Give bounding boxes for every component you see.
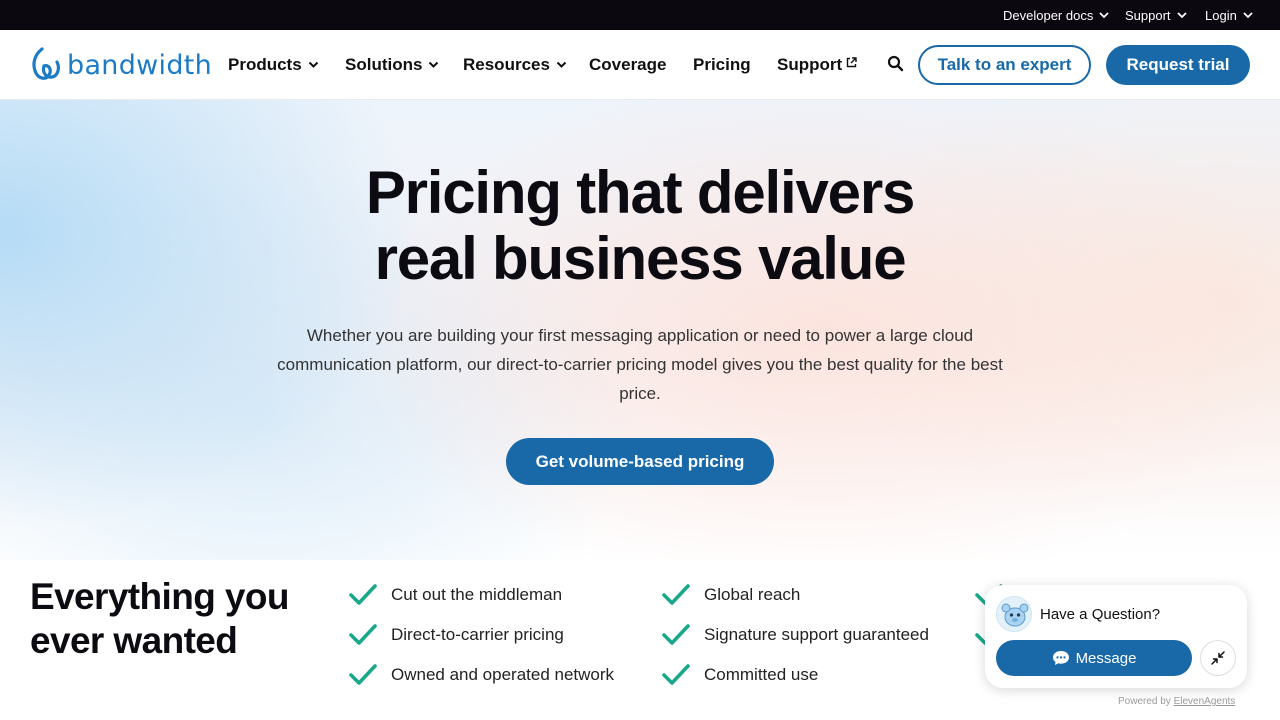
nav-resources-label: Resources bbox=[463, 55, 550, 74]
nav-solutions[interactable]: Solutions bbox=[345, 30, 439, 100]
nav-coverage[interactable]: Coverage bbox=[589, 30, 666, 100]
features-title: Everything you ever wanted bbox=[30, 575, 289, 663]
hero-title-line1: Pricing that delivers bbox=[365, 159, 916, 226]
chat-bubble-icon bbox=[1052, 651, 1069, 665]
feature-label: Signature support guaranteed bbox=[704, 625, 929, 644]
hero-subtitle-line2: communication platform, our direct-to-ca… bbox=[277, 355, 1003, 374]
nav-support-label: Support bbox=[777, 55, 843, 74]
nav-resources[interactable]: Resources bbox=[463, 30, 567, 100]
main-nav: bandwidth Products Solutions Resources C… bbox=[0, 30, 1280, 100]
support-utility-label: Support bbox=[1125, 7, 1171, 23]
chevron-down-icon bbox=[1176, 11, 1187, 18]
chevron-down-icon bbox=[429, 61, 439, 68]
hero-title: Pricing that delivers real business valu… bbox=[0, 160, 1280, 292]
powered-by-label: Powered by bbox=[1118, 696, 1171, 707]
chat-message-button[interactable]: Message bbox=[996, 640, 1192, 676]
chevron-down-icon bbox=[556, 61, 567, 68]
chevron-down-icon bbox=[308, 61, 318, 68]
nav-pricing-label: Pricing bbox=[693, 55, 751, 74]
hero-subtitle-line1: Whether you are building your first mess… bbox=[306, 326, 974, 345]
hero-subtitle: Whether you are building your first mess… bbox=[270, 321, 1010, 408]
feature-label: Committed use bbox=[704, 665, 819, 684]
feature-label: Owned and operated network bbox=[391, 665, 615, 684]
minimize-icon bbox=[1211, 651, 1225, 665]
powered-by: Powered by ElevenAgents bbox=[1118, 696, 1235, 707]
nav-solutions-label: Solutions bbox=[345, 55, 423, 74]
features-title-line1: Everything you bbox=[30, 576, 289, 617]
developer-docs-menu[interactable]: Developer docs bbox=[1003, 0, 1109, 30]
chat-widget: Have a Question? Message bbox=[985, 585, 1247, 688]
check-icon bbox=[662, 624, 690, 645]
chat-avatar bbox=[996, 596, 1032, 632]
search-button[interactable] bbox=[886, 54, 908, 76]
check-icon bbox=[662, 584, 690, 605]
chat-question: Have a Question? bbox=[1040, 606, 1161, 623]
feature-item: Owned and operated network bbox=[348, 663, 628, 687]
login-label: Login bbox=[1205, 7, 1237, 23]
chat-minimize-button[interactable] bbox=[1200, 640, 1236, 676]
check-icon bbox=[662, 664, 690, 685]
nav-products-label: Products bbox=[228, 55, 302, 74]
feature-item: Direct-to-carrier pricing bbox=[348, 623, 608, 647]
assistant-avatar-icon bbox=[997, 597, 1031, 631]
hero-title-line2: real business value bbox=[374, 225, 907, 292]
nav-pricing[interactable]: Pricing bbox=[693, 30, 751, 100]
login-menu[interactable]: Login bbox=[1205, 0, 1253, 30]
check-icon bbox=[349, 584, 377, 605]
chevron-down-icon bbox=[1099, 11, 1109, 18]
developer-docs-label: Developer docs bbox=[1003, 7, 1094, 23]
feature-label: Global reach bbox=[704, 585, 801, 604]
feature-item: Signature support guaranteed bbox=[661, 623, 951, 647]
get-volume-pricing-button[interactable]: Get volume-based pricing bbox=[506, 438, 774, 485]
check-icon bbox=[349, 664, 377, 685]
nav-products[interactable]: Products bbox=[228, 30, 319, 100]
chevron-down-icon bbox=[1243, 11, 1253, 18]
request-trial-button[interactable]: Request trial bbox=[1106, 45, 1250, 85]
check-icon bbox=[349, 624, 377, 645]
search-icon bbox=[887, 55, 904, 72]
feature-label: Direct-to-carrier pricing bbox=[391, 625, 564, 644]
talk-to-expert-button[interactable]: Talk to an expert bbox=[918, 45, 1091, 85]
feature-label: Cut out the middleman bbox=[391, 585, 563, 604]
elevenagents-link[interactable]: ElevenAgents bbox=[1174, 696, 1236, 707]
logo-wordmark: bandwidth bbox=[67, 49, 213, 81]
bandwidth-logo-icon bbox=[32, 47, 60, 80]
utility-bar: Developer docs Support Login bbox=[0, 0, 1280, 30]
nav-support[interactable]: Support bbox=[777, 30, 857, 100]
support-utility-menu[interactable]: Support bbox=[1125, 0, 1187, 30]
external-link-icon bbox=[846, 56, 857, 67]
feature-item: Committed use bbox=[661, 663, 921, 687]
features-title-line2: ever wanted bbox=[30, 620, 238, 661]
feature-item: Global reach bbox=[661, 583, 921, 607]
nav-coverage-label: Coverage bbox=[589, 55, 667, 74]
chat-message-label: Message bbox=[1075, 649, 1137, 667]
hero-subtitle-line3: price. bbox=[619, 384, 661, 403]
bandwidth-logo[interactable]: bandwidth bbox=[30, 47, 212, 83]
feature-item: Cut out the middleman bbox=[348, 583, 608, 607]
